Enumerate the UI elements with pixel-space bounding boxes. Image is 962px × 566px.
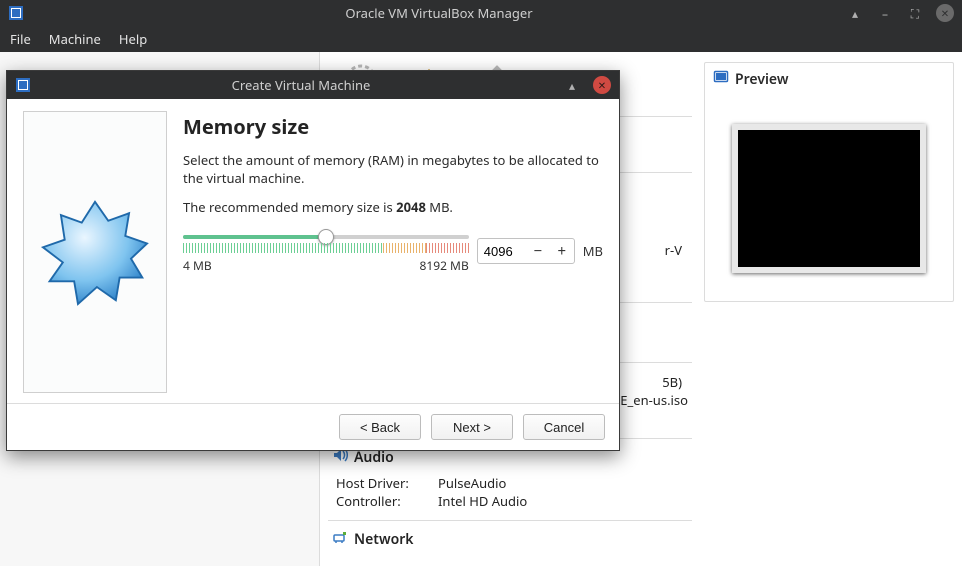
dialog-footer: < Back Next > Cancel	[7, 403, 619, 450]
audio-host-driver-label: Host Driver:	[336, 474, 426, 492]
memory-unit: MB	[583, 242, 603, 260]
wizard-heading: Memory size	[183, 113, 603, 140]
menu-machine[interactable]: Machine	[49, 30, 101, 48]
menu-file[interactable]: File	[10, 30, 31, 48]
main-shade-button[interactable]: ▴	[846, 4, 864, 22]
preview-screen	[732, 124, 926, 273]
section-network-title: Network	[354, 530, 414, 549]
cancel-button[interactable]: Cancel	[523, 414, 605, 440]
menubar: File Machine Help	[0, 26, 962, 52]
dialog-body: Memory size Select the amount of memory …	[7, 99, 619, 403]
audio-controller-label: Controller:	[336, 492, 426, 510]
wizard-content: Memory size Select the amount of memory …	[183, 111, 603, 393]
memory-slider-min: 4 MB	[183, 257, 212, 274]
rec-suffix: MB.	[426, 198, 453, 216]
menu-help[interactable]: Help	[119, 30, 147, 48]
preview-box: Preview	[704, 62, 954, 302]
dialog-title: Create Virtual Machine	[39, 76, 563, 94]
dialog-close-button[interactable]: ✕	[593, 76, 611, 94]
memory-input[interactable]	[478, 244, 526, 259]
main-titlebar: Oracle VM VirtualBox Manager ▴ – ⛶ ✕	[0, 0, 962, 26]
main-minimize-button[interactable]: –	[876, 4, 894, 22]
network-icon	[332, 529, 348, 550]
audio-host-driver-value: PulseAudio	[438, 474, 506, 492]
next-button[interactable]: Next >	[431, 414, 513, 440]
rec-prefix: The recommended memory size is	[183, 198, 396, 216]
main-title: Oracle VM VirtualBox Manager	[32, 4, 846, 22]
memory-slider[interactable]: 4 MB 8192 MB	[183, 229, 469, 274]
dialog-titlebar: Create Virtual Machine ▴ ✕	[7, 71, 619, 99]
rec-value: 2048	[396, 198, 426, 216]
preview-icon	[713, 69, 729, 90]
dialog-shade-button[interactable]: ▴	[563, 76, 581, 94]
memory-step-up[interactable]: +	[550, 239, 574, 263]
section-network: Network	[328, 520, 692, 558]
main-maximize-button[interactable]: ⛶	[906, 4, 924, 22]
wizard-illustration	[23, 111, 167, 393]
dialog-app-icon	[15, 77, 31, 93]
preview-title: Preview	[735, 70, 788, 89]
main-close-button[interactable]: ✕	[936, 4, 954, 22]
wizard-recommended: The recommended memory size is 2048 MB.	[183, 199, 603, 217]
app-icon	[8, 5, 24, 21]
back-button[interactable]: < Back	[339, 414, 421, 440]
create-vm-dialog: Create Virtual Machine ▴ ✕	[6, 70, 620, 451]
memory-spinbox[interactable]: − +	[477, 238, 575, 264]
memory-step-down[interactable]: −	[526, 239, 550, 263]
memory-slider-max: 8192 MB	[419, 257, 468, 274]
wizard-intro: Select the amount of memory (RAM) in meg…	[183, 152, 603, 187]
audio-controller-value: Intel HD Audio	[438, 492, 527, 510]
